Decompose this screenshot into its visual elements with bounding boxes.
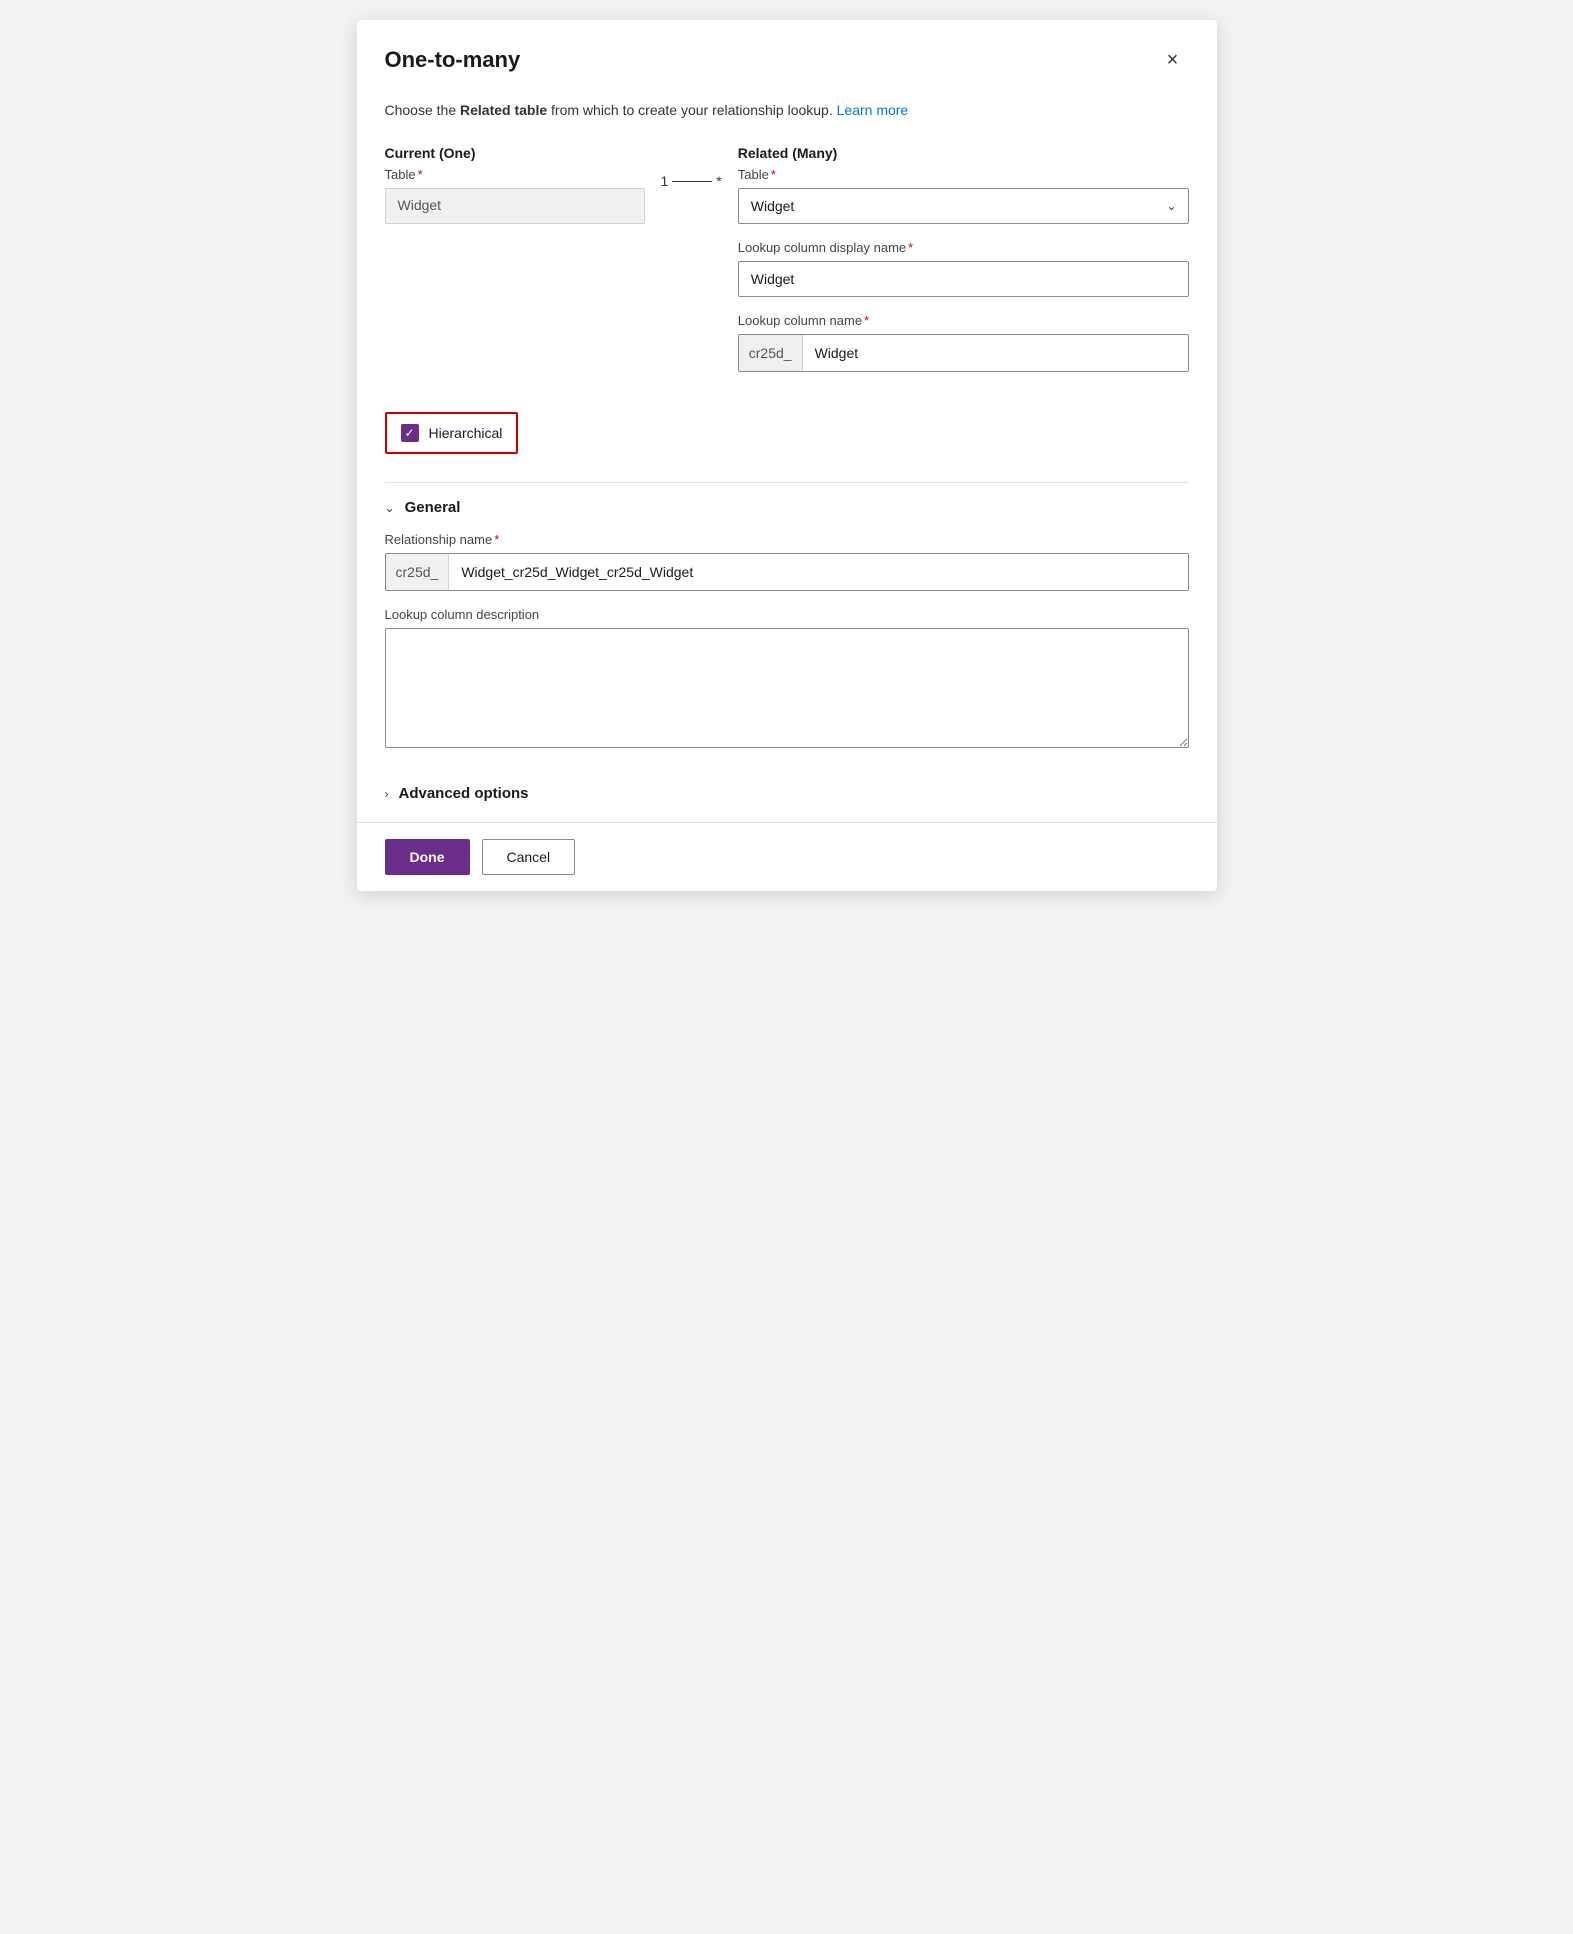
relationship-name-group: Relationship name* cr25d_ xyxy=(385,532,1189,591)
dialog-title: One-to-many xyxy=(385,47,521,73)
related-table-label: Table* xyxy=(738,167,1189,182)
general-section-content: Relationship name* cr25d_ Lookup column … xyxy=(385,532,1189,753)
related-column-label: Related (Many) xyxy=(738,145,1189,161)
dialog: One-to-many × Choose the Related table f… xyxy=(357,20,1217,891)
relationship-name-label: Relationship name* xyxy=(385,532,1189,547)
current-table-input: Widget xyxy=(385,188,645,224)
lookup-description-label: Lookup column description xyxy=(385,607,1189,622)
lookup-column-name-input-wrapper: cr25d_ xyxy=(738,334,1189,372)
current-column: Current (One) Table* Widget xyxy=(385,145,645,224)
columns-row: Current (One) Table* Widget 1 * Related … xyxy=(385,145,1189,388)
lookup-description-textarea[interactable] xyxy=(385,628,1189,748)
general-section-label: General xyxy=(405,499,461,516)
connector-one: 1 xyxy=(661,173,669,189)
related-table-select-wrapper: Widget ⌄ xyxy=(738,188,1189,224)
dialog-footer: Done Cancel xyxy=(357,822,1217,891)
hierarchical-label: Hierarchical xyxy=(429,425,503,441)
lookup-column-required-star: * xyxy=(864,313,869,328)
connector: 1 * xyxy=(645,173,738,189)
lookup-display-name-label: Lookup column display name* xyxy=(738,240,1189,255)
current-column-label: Current (One) xyxy=(385,145,645,161)
related-table-select[interactable]: Widget xyxy=(738,188,1189,224)
description-bold: Related table xyxy=(460,102,547,118)
chevron-down-icon: ⌄ xyxy=(385,501,395,515)
spacer xyxy=(385,769,1189,785)
advanced-section-label: Advanced options xyxy=(399,785,529,802)
hierarchical-checkbox[interactable]: ✓ xyxy=(401,424,419,442)
lookup-column-prefix: cr25d_ xyxy=(739,335,803,371)
lookup-column-name-label: Lookup column name* xyxy=(738,313,1189,328)
lookup-column-name-input[interactable] xyxy=(803,335,1188,371)
related-column: Related (Many) Table* Widget ⌄ xyxy=(738,145,1189,388)
close-button[interactable]: × xyxy=(1157,44,1189,76)
related-table-group: Table* Widget ⌄ xyxy=(738,167,1189,224)
chevron-right-icon: › xyxy=(385,787,389,801)
description-before: Choose the xyxy=(385,102,461,118)
relationship-name-input-wrapper: cr25d_ xyxy=(385,553,1189,591)
lookup-column-name-group: Lookup column name* cr25d_ xyxy=(738,313,1189,372)
relationship-name-required-star: * xyxy=(494,532,499,547)
dialog-body: Choose the Related table from which to c… xyxy=(357,92,1217,802)
general-divider xyxy=(385,482,1189,483)
hierarchical-container[interactable]: ✓ Hierarchical xyxy=(385,412,519,454)
checkmark-icon: ✓ xyxy=(404,427,414,439)
relationship-name-prefix: cr25d_ xyxy=(386,554,450,590)
relationship-name-input[interactable] xyxy=(449,554,1187,590)
learn-more-link[interactable]: Learn more xyxy=(837,102,909,118)
connector-many: * xyxy=(716,173,721,189)
done-button[interactable]: Done xyxy=(385,839,470,875)
cancel-button[interactable]: Cancel xyxy=(482,839,576,875)
description-text: Choose the Related table from which to c… xyxy=(385,100,1189,121)
advanced-section-header[interactable]: › Advanced options xyxy=(385,785,1189,802)
lookup-display-name-group: Lookup column display name* xyxy=(738,240,1189,297)
description-after: from which to create your relationship l… xyxy=(547,102,836,118)
connector-line xyxy=(672,181,712,182)
dialog-header: One-to-many × xyxy=(357,20,1217,92)
related-table-required-star: * xyxy=(771,167,776,182)
current-table-label: Table* xyxy=(385,167,645,182)
lookup-description-group: Lookup column description xyxy=(385,607,1189,753)
general-section-header[interactable]: ⌄ General xyxy=(385,499,1189,516)
current-required-star: * xyxy=(418,167,423,182)
lookup-display-name-input[interactable] xyxy=(738,261,1189,297)
lookup-display-required-star: * xyxy=(908,240,913,255)
